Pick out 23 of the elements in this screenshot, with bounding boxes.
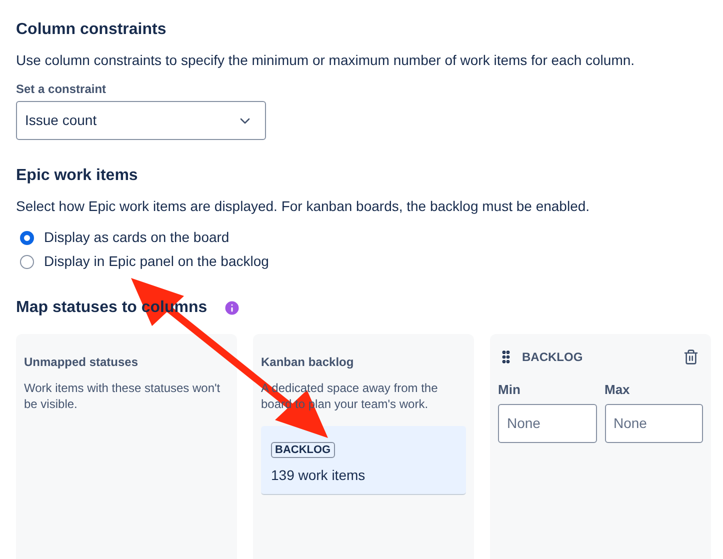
delete-icon[interactable] xyxy=(683,349,699,365)
input-field[interactable]: None xyxy=(604,404,703,442)
radio-button[interactable] xyxy=(20,254,34,268)
radio-option[interactable]: Display in Epic panel on the backlog xyxy=(16,251,269,272)
section-title: Epic work items xyxy=(16,166,139,186)
field-label: Min xyxy=(498,381,522,399)
column-description: Work items with these statuses won't be visible. xyxy=(24,380,222,412)
work-item-count: 139 work items xyxy=(271,466,366,485)
radio-option[interactable]: Display as cards on the board xyxy=(16,227,230,248)
constraint-select[interactable]: Issue count xyxy=(16,101,266,140)
section-description: Select how Epic work items are displayed. For kanban boards, the backlog must be enabled. xyxy=(16,197,591,216)
input-field[interactable]: None xyxy=(498,404,596,442)
status-card[interactable]: BACKLOG 139 work items xyxy=(261,426,466,495)
status-lozenge: BACKLOG xyxy=(271,442,335,458)
column-title: Unmapped statuses xyxy=(24,355,138,369)
field-label: Set a constraint xyxy=(16,81,106,98)
radio-button[interactable] xyxy=(20,230,34,244)
section-title: Column constraints xyxy=(16,20,168,40)
column-title: Kanban backlog xyxy=(261,355,354,369)
column-title: BACKLOG xyxy=(522,349,584,366)
field-label: Max xyxy=(604,381,631,399)
info-icon[interactable] xyxy=(223,299,242,317)
section-description: Use column constraints to specify the minimum or maximum number of work items for each column. xyxy=(16,51,636,70)
